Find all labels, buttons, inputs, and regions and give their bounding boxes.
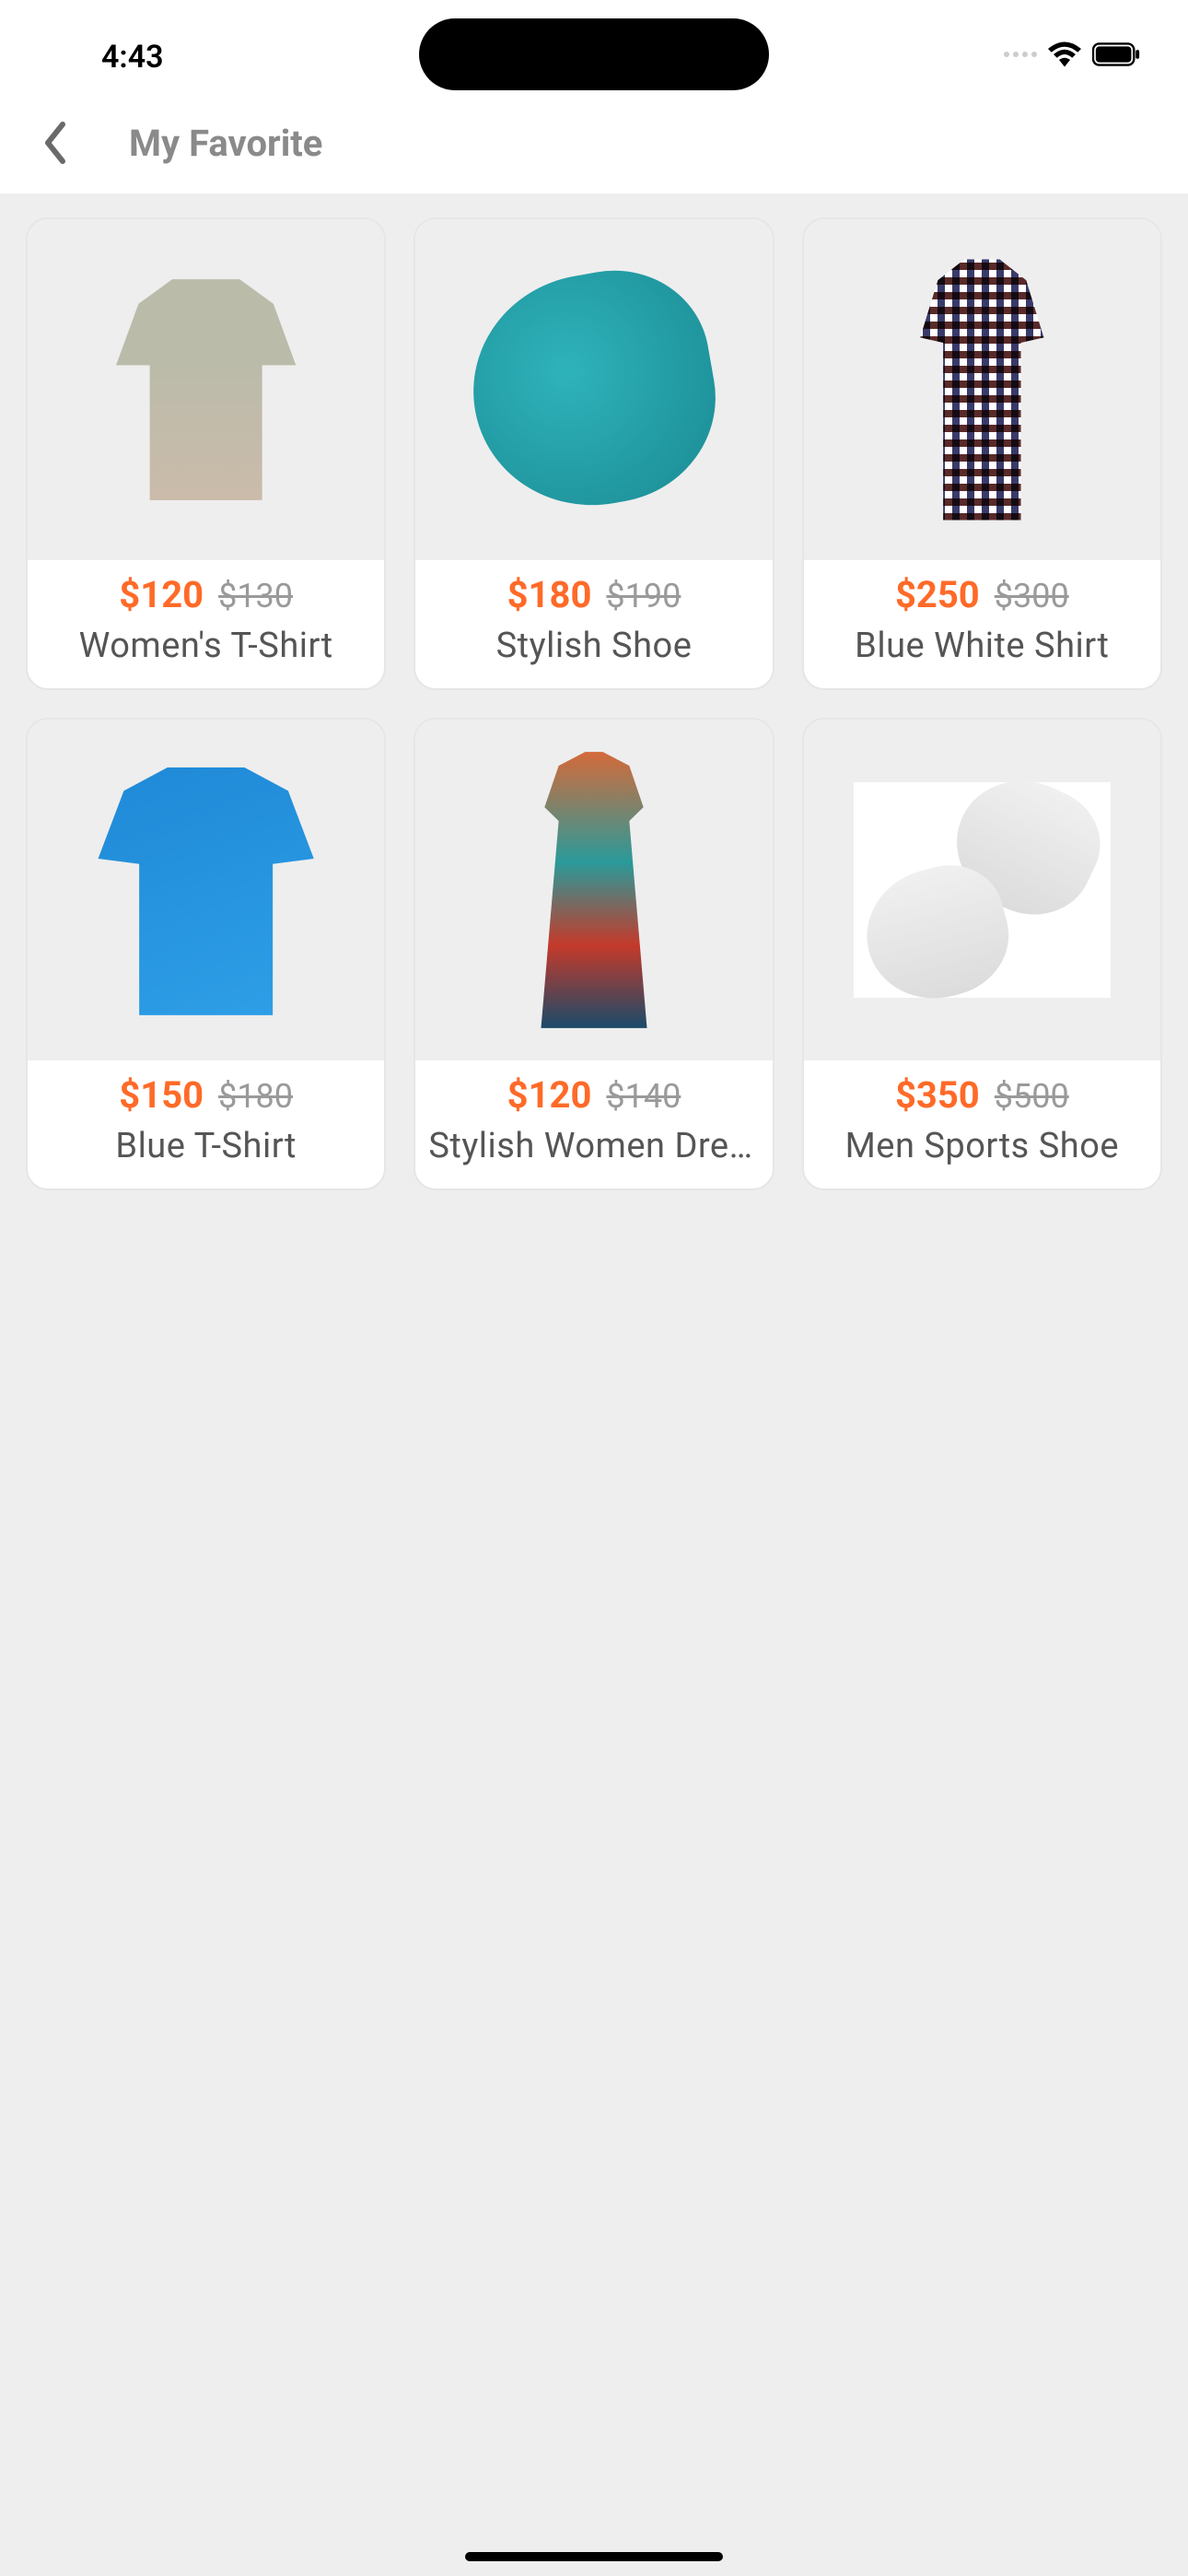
- price-row: $120 $140: [415, 1060, 772, 1122]
- price-original: $190: [606, 577, 681, 615]
- price-row: $180 $190: [415, 560, 772, 622]
- product-image: [415, 219, 772, 560]
- product-image: [28, 219, 384, 560]
- price-current: $180: [507, 573, 592, 616]
- product-name: Stylish Shoe: [415, 622, 772, 688]
- product-card[interactable]: $180 $190 Stylish Shoe: [413, 217, 774, 690]
- status-bar: 4:43: [0, 0, 1188, 92]
- price-original: $300: [995, 577, 1069, 615]
- dress-icon: [506, 752, 682, 1028]
- dynamic-island: [419, 18, 769, 90]
- product-card[interactable]: $150 $180 Blue T-Shirt: [26, 718, 386, 1190]
- battery-icon: [1092, 41, 1142, 67]
- wifi-icon: [1048, 41, 1081, 67]
- price-current: $120: [119, 573, 204, 616]
- price-row: $120 $130: [28, 560, 384, 622]
- product-card[interactable]: $250 $300 Blue White Shirt: [802, 217, 1162, 690]
- price-current: $150: [119, 1073, 204, 1117]
- price-row: $150 $180: [28, 1060, 384, 1122]
- price-row: $350 $500: [804, 1060, 1160, 1122]
- price-current: $250: [895, 573, 980, 616]
- product-card[interactable]: $350 $500 Men Sports Shoe: [802, 718, 1162, 1190]
- shirt-icon: [893, 259, 1070, 520]
- cell-signal-icon: [1004, 52, 1037, 57]
- product-name: Blue T-Shirt: [28, 1122, 384, 1188]
- content-area: $120 $130 Women's T-Shirt $180 $190 Styl…: [0, 193, 1188, 2576]
- price-original: $180: [218, 1077, 293, 1116]
- product-card[interactable]: $120 $130 Women's T-Shirt: [26, 217, 386, 690]
- product-image: [804, 720, 1160, 1060]
- product-card[interactable]: $120 $140 Stylish Women Dress: [413, 718, 774, 1190]
- price-original: $500: [995, 1077, 1069, 1116]
- product-name: Women's T-Shirt: [28, 622, 384, 688]
- product-image: [415, 720, 772, 1060]
- app-header: My Favorite: [0, 92, 1188, 193]
- polo-icon: [77, 759, 334, 1020]
- price-current: $120: [507, 1073, 592, 1117]
- price-original: $140: [606, 1077, 681, 1116]
- page-title: My Favorite: [129, 122, 322, 165]
- sneaker-icon: [854, 782, 1111, 997]
- shoe-icon: [456, 255, 733, 523]
- tshirt-icon: [94, 267, 319, 512]
- product-image: [28, 720, 384, 1060]
- price-current: $350: [895, 1073, 980, 1117]
- product-image: [804, 219, 1160, 560]
- status-time: 4:43: [101, 39, 164, 76]
- price-row: $250 $300: [804, 560, 1160, 622]
- product-name: Stylish Women Dress: [415, 1122, 772, 1188]
- product-name: Men Sports Shoe: [804, 1122, 1160, 1188]
- home-indicator[interactable]: [465, 2552, 723, 2561]
- product-name: Blue White Shirt: [804, 622, 1160, 688]
- price-original: $130: [218, 577, 293, 615]
- product-grid: $120 $130 Women's T-Shirt $180 $190 Styl…: [26, 217, 1162, 1190]
- back-button[interactable]: [28, 115, 83, 170]
- status-indicators: [1004, 41, 1142, 67]
- chevron-left-icon: [42, 121, 68, 165]
